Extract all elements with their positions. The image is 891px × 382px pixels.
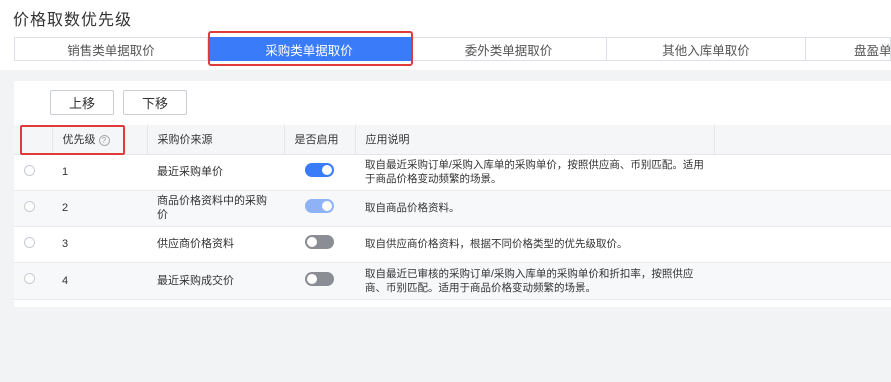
select-column-header <box>14 125 53 155</box>
source-cell: 最近采购单价 <box>147 154 284 191</box>
enabled-toggle[interactable] <box>305 235 334 249</box>
move-up-button[interactable]: 上移 <box>50 90 114 115</box>
description-cell: 取自最近已审核的采购订单/采购入库单的采购单价和折扣率，按照供应商、币别匹配。适… <box>355 262 714 300</box>
tab-purchase-pricing[interactable]: 采购类单据取价 <box>208 37 411 61</box>
source-cell: 供应商价格资料 <box>147 226 284 263</box>
priority-cell: 4 <box>52 262 147 300</box>
priority-header-label: 优先级 <box>62 134 96 147</box>
tab-other-inbound-pricing[interactable]: 其他入库单取价 <box>607 37 806 61</box>
row-select-radio[interactable] <box>24 273 35 284</box>
page-title: 价格取数优先级 <box>13 12 133 29</box>
extra-column-header <box>714 125 891 155</box>
table-header-row: 优先级? 采购价来源 是否启用 应用说明 <box>14 125 891 155</box>
priority-cell: 2 <box>52 190 147 227</box>
description-column-header: 应用说明 <box>355 125 715 155</box>
enabled-toggle <box>305 199 334 213</box>
row-select-radio[interactable] <box>24 236 35 248</box>
table-row[interactable]: 2 商品价格资料中的采购价 取自商品价格资料。 <box>14 190 891 227</box>
source-column-header: 采购价来源 <box>147 125 285 155</box>
header: 价格取数优先级 销售类单据取价 采购类单据取价 委外类单据取价 其他入库单取价 … <box>0 0 891 70</box>
priority-cell: 3 <box>52 226 147 263</box>
row-select-radio[interactable] <box>24 200 35 212</box>
priority-table: 优先级? 采购价来源 是否启用 应用说明 1 最近采购单价 取自最近采购订单/采… <box>14 125 891 300</box>
priority-column-header: 优先级? <box>52 125 148 155</box>
tab-inventory-surplus[interactable]: 盘盈单 <box>806 37 891 61</box>
priority-panel: 上移 下移 优先级? 采购价来源 是否启用 应用说明 1 最近采购单价 取自最近… <box>14 81 891 307</box>
priority-cell: 1 <box>52 154 147 191</box>
enabled-column-header: 是否启用 <box>284 125 356 155</box>
tab-bar: 销售类单据取价 采购类单据取价 委外类单据取价 其他入库单取价 盘盈单 <box>14 37 891 61</box>
description-cell: 取自商品价格资料。 <box>355 190 714 227</box>
source-cell: 商品价格资料中的采购价 <box>147 190 284 227</box>
tab-outsourcing-pricing[interactable]: 委外类单据取价 <box>411 37 607 61</box>
description-cell: 取自供应商价格资料，根据不同价格类型的优先级取价。 <box>355 226 714 263</box>
description-cell: 取自最近采购订单/采购入库单的采购单价，按照供应商、币别匹配。适用于商品价格变动… <box>355 154 714 191</box>
enabled-toggle[interactable] <box>305 163 334 177</box>
help-icon[interactable]: ? <box>98 134 110 146</box>
move-down-button[interactable]: 下移 <box>123 90 187 115</box>
tab-sales-pricing[interactable]: 销售类单据取价 <box>14 37 208 61</box>
row-select-radio[interactable] <box>24 164 35 176</box>
table-row[interactable]: 4 最近采购成交价 取自最近已审核的采购订单/采购入库单的采购单价和折扣率，按照… <box>14 262 891 300</box>
table-row[interactable]: 3 供应商价格资料 取自供应商价格资料，根据不同价格类型的优先级取价。 <box>14 226 891 263</box>
source-cell: 最近采购成交价 <box>147 262 284 300</box>
table-row[interactable]: 1 最近采购单价 取自最近采购订单/采购入库单的采购单价，按照供应商、币别匹配。… <box>14 154 891 191</box>
enabled-toggle[interactable] <box>305 271 334 286</box>
